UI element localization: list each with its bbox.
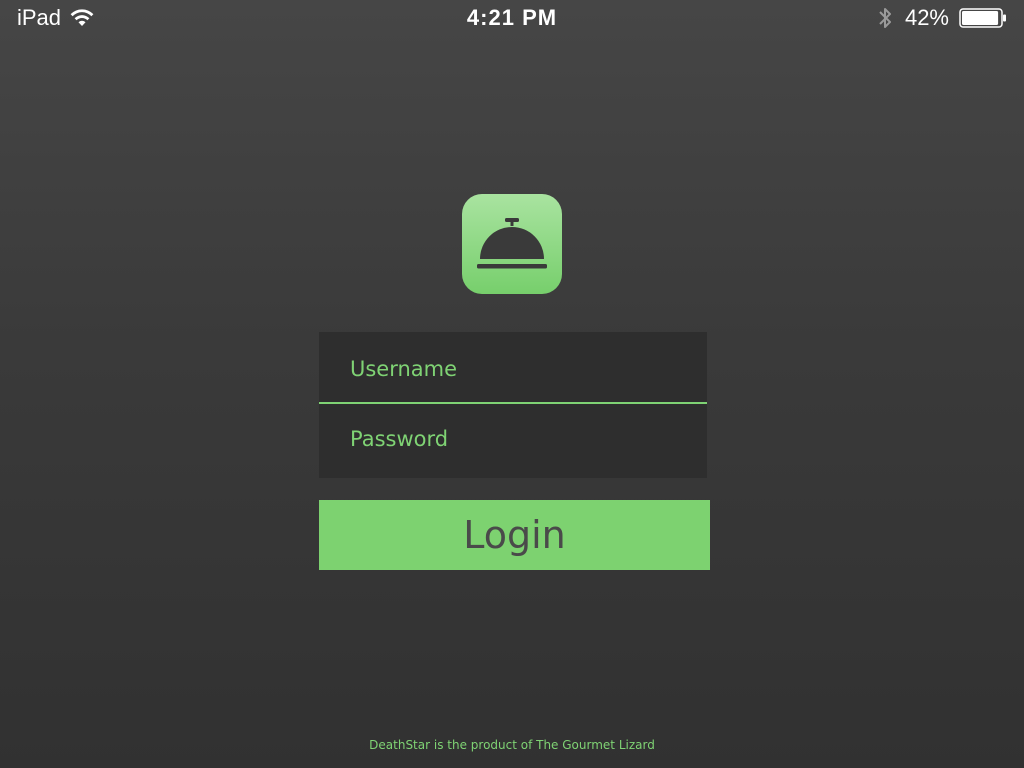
footer-credit: DeathStar is the product of The Gourmet … bbox=[369, 738, 655, 752]
status-right: 42% bbox=[875, 5, 1007, 31]
status-bar: iPad 4:21 PM 42% bbox=[0, 0, 1024, 36]
battery-icon bbox=[959, 8, 1006, 28]
battery-fill bbox=[962, 11, 999, 25]
service-bell-icon bbox=[477, 218, 547, 269]
app-logo bbox=[462, 194, 562, 294]
password-field bbox=[319, 404, 707, 474]
battery-percent: 42% bbox=[904, 5, 949, 30]
clock: 4:21 PM bbox=[466, 5, 558, 30]
username-input[interactable] bbox=[350, 357, 690, 381]
login-form bbox=[319, 332, 707, 478]
password-input[interactable] bbox=[350, 427, 690, 451]
username-field bbox=[319, 334, 707, 404]
login-button[interactable]: Login bbox=[319, 500, 710, 570]
bluetooth-icon bbox=[879, 8, 891, 28]
